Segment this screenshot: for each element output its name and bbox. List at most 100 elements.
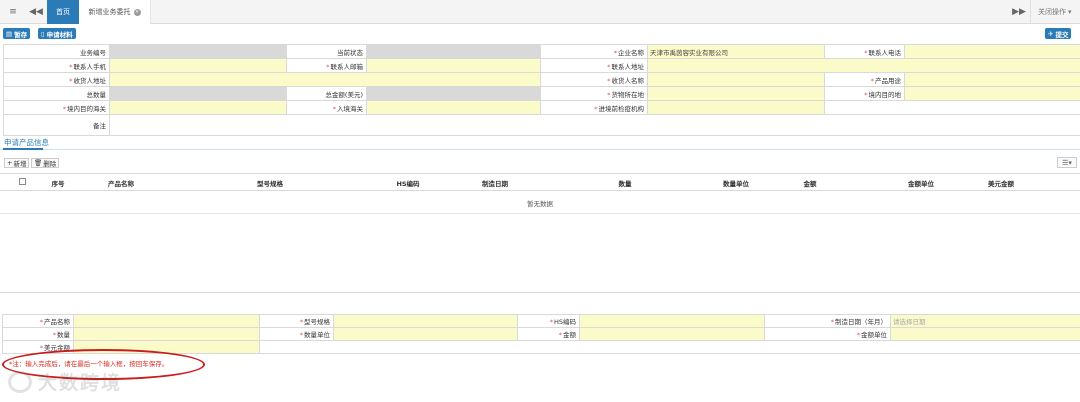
section-title-underline [3, 148, 43, 150]
column-header-model-spec[interactable]: 型号规格 [230, 174, 310, 191]
company-name-field[interactable]: 天津市禹茵容实业有限公司 [647, 44, 825, 59]
column-header-quantity-unit[interactable]: 数量单位 [706, 174, 766, 191]
product-name-label: *产品名称 [2, 314, 74, 328]
section-divider [0, 149, 1080, 150]
manufacture-date-picker[interactable]: 请选择日期 [890, 314, 1080, 328]
total-quantity-label: 总数量 [3, 86, 110, 101]
business-no-field [109, 44, 287, 59]
hs-code-field[interactable] [579, 314, 765, 328]
receiver-name-field[interactable] [647, 72, 825, 87]
delete-row-button[interactable]: 🗑 删除 [31, 158, 60, 168]
send-icon: ✈ [1048, 29, 1054, 38]
tab-new-business-label: 新增业务委托 [88, 8, 131, 16]
scroll-left-icon[interactable]: ◀◀ [25, 0, 47, 24]
save-icon: ▤ [6, 29, 13, 38]
amount-unit-label: *金额单位 [764, 327, 891, 341]
submit-label: 提交 [1055, 30, 1069, 39]
column-header-manufacture-date[interactable]: 制造日期 [455, 174, 535, 191]
column-header-hs-code[interactable]: HS编码 [370, 174, 446, 191]
quantity-unit-field[interactable] [333, 327, 518, 341]
column-header-quantity[interactable]: 数量 [600, 174, 650, 191]
chevron-down-icon: ▾ [1068, 8, 1072, 16]
domestic-destination-field[interactable] [904, 86, 1080, 101]
contact-phone-label: *联系人电话 [824, 44, 905, 59]
domestic-customs-field[interactable] [109, 100, 287, 115]
goods-location-field[interactable] [647, 86, 825, 101]
close-operations-dropdown[interactable]: 关闭操作 ▾ [1038, 0, 1072, 24]
business-form: 业务编号 当前状态 *企业名称 天津市禹茵容实业有限公司 *联系人电话 *联系人… [3, 44, 1080, 136]
document-icon: ▯ [41, 29, 45, 38]
contact-address-label: *联系人地址 [540, 58, 648, 73]
empty-cell [824, 100, 1080, 115]
quarantine-org-label: *进境前检疫机构 [540, 100, 648, 115]
column-header-amount-unit[interactable]: 金额单位 [886, 174, 956, 191]
receiver-address-field[interactable] [109, 72, 541, 87]
total-quantity-field [109, 86, 287, 101]
submit-button[interactable]: ✈ 提交 [1045, 28, 1072, 39]
trash-icon: 🗑 [34, 159, 43, 167]
model-spec-label: *型号规格 [259, 314, 334, 328]
entry-customs-field[interactable] [366, 100, 541, 115]
manufacture-date-label: *制造日期（年月） [764, 314, 891, 328]
section-title: 申请产品信息 [4, 138, 49, 147]
quarantine-org-field[interactable] [647, 100, 825, 115]
hs-code-label: *HS编码 [517, 314, 580, 328]
remark-field[interactable] [109, 114, 1080, 136]
product-name-field[interactable] [73, 314, 260, 328]
add-row-label: 新增 [13, 160, 27, 168]
contact-email-label: *联系人邮箱 [286, 58, 367, 73]
column-header-amount[interactable]: 金额 [790, 174, 830, 191]
contact-mobile-label: *联系人手机 [3, 58, 110, 73]
company-name-label: *企业名称 [540, 44, 648, 59]
amount-label: *金额 [517, 327, 580, 341]
scroll-right-icon[interactable]: ▶▶ [1008, 0, 1030, 24]
product-detail-form: *产品名称 *型号规格 *HS编码 *制造日期（年月） 请选择日期 *数量 *数… [2, 314, 1080, 354]
close-icon[interactable]: × [133, 8, 141, 16]
domestic-destination-label: *境内目的地 [824, 86, 905, 101]
empty-cell [259, 340, 1080, 354]
grid-header: 序号 产品名称 型号规格 HS编码 制造日期 数量 数量单位 金额 金额单位 美… [0, 174, 1080, 191]
product-use-field[interactable] [904, 72, 1080, 87]
column-toggle-icon[interactable]: ☰▾ [1057, 157, 1077, 168]
close-operations-label: 关闭操作 [1038, 8, 1066, 16]
watermark-logo-icon [8, 370, 32, 393]
column-header-index[interactable]: 序号 [40, 174, 76, 191]
current-status-label: 当前状态 [286, 44, 367, 59]
grid-empty-message: 暂无数据 [0, 192, 1080, 214]
amount-unit-field[interactable] [890, 327, 1080, 341]
save-draft-label: 暂存 [14, 30, 28, 39]
column-header-product-name[interactable]: 产品名称 [85, 174, 157, 191]
tab-bar: ≡ ◀◀ 首页 新增业务委托 × ▶▶ 关闭操作 ▾ [0, 0, 1080, 24]
amount-field[interactable] [579, 327, 765, 341]
business-no-label: 业务编号 [3, 44, 110, 59]
entry-customs-label: *入境海关 [286, 100, 367, 115]
current-status-field [366, 44, 541, 59]
total-amount-label: 总金额(美元) [286, 86, 367, 101]
domestic-customs-label: *境内目的海关 [3, 100, 110, 115]
quantity-field[interactable] [73, 327, 260, 341]
save-draft-button[interactable]: ▤ 暂存 [3, 28, 31, 39]
delete-row-label: 删除 [43, 160, 57, 168]
select-all-checkbox[interactable] [19, 178, 26, 185]
watermark-text: 大数跨境 [38, 372, 123, 394]
contact-phone-field[interactable] [904, 44, 1080, 59]
application-materials-button[interactable]: ▯ 申请材料 [38, 28, 76, 39]
plus-icon: + [7, 159, 13, 167]
watermark: 大数跨境 [8, 368, 122, 395]
product-use-label: *产品用途 [824, 72, 905, 87]
total-amount-field [366, 86, 541, 101]
receiver-name-label: *收货人名称 [540, 72, 648, 87]
contact-address-field[interactable] [647, 58, 1080, 73]
add-row-button[interactable]: + 新增 [4, 158, 30, 168]
contact-email-field[interactable] [366, 58, 541, 73]
quantity-label: *数量 [2, 327, 74, 341]
contact-mobile-field[interactable] [109, 58, 287, 73]
receiver-address-label: *收货人地址 [3, 72, 110, 87]
goods-location-label: *货物所在地 [540, 86, 648, 101]
tab-home[interactable]: 首页 [47, 0, 79, 24]
grid-bottom-border [0, 292, 1080, 293]
tab-new-business[interactable]: 新增业务委托 × [79, 0, 151, 24]
menu-icon[interactable]: ≡ [2, 0, 24, 24]
model-spec-field[interactable] [333, 314, 518, 328]
column-header-usd-amount[interactable]: 美元金额 [972, 174, 1030, 191]
